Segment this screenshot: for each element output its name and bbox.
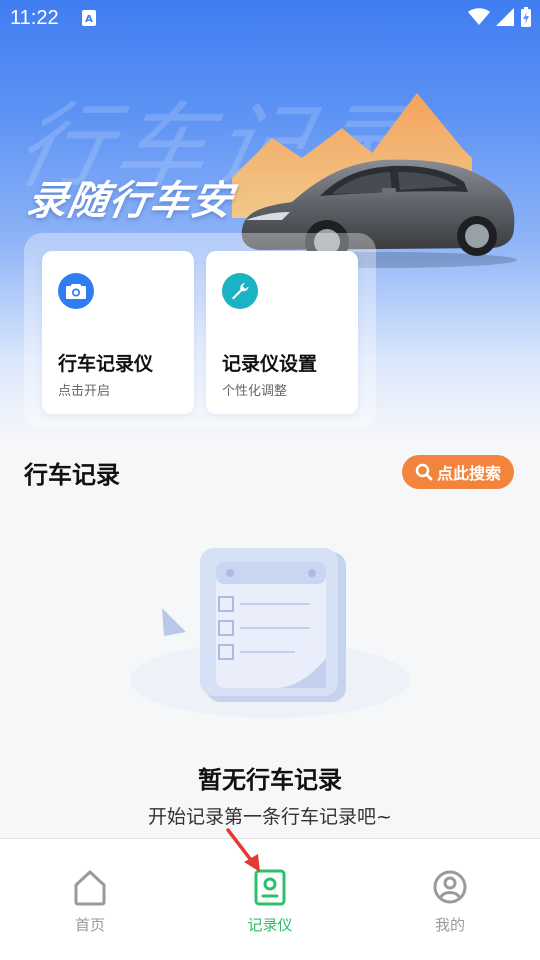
- status-time: 11:22: [10, 7, 59, 29]
- wifi-icon: [468, 8, 490, 25]
- empty-state-title: 暂无行车记录: [198, 766, 342, 794]
- tab-recorder[interactable]: 记录仪: [180, 839, 360, 960]
- search-button-label: 点此搜索: [436, 464, 501, 483]
- profile-icon: [433, 870, 467, 904]
- search-icon: [415, 463, 433, 481]
- tab-home[interactable]: 首页: [0, 839, 180, 960]
- tab-profile[interactable]: 我的: [360, 839, 540, 960]
- camera-icon: [58, 273, 94, 309]
- settings-card-subtitle: 个性化调整: [222, 384, 288, 399]
- records-section-title: 行车记录: [24, 461, 120, 489]
- notification-a-icon: A: [82, 10, 96, 26]
- empty-notepad-illustration: [130, 548, 410, 718]
- hero-slogan: 录随行车安: [23, 178, 237, 224]
- recorder-settings-card[interactable]: 记录仪设置 个性化调整: [206, 251, 358, 414]
- wrench-icon: [222, 273, 258, 309]
- tab-recorder-label: 记录仪: [247, 916, 293, 934]
- dashcam-card[interactable]: 行车记录仪 点击开启: [42, 251, 194, 414]
- battery-charging-icon: [521, 7, 531, 27]
- home-icon: [74, 870, 106, 906]
- dashcam-card-title: 行车记录仪: [58, 353, 154, 375]
- svg-text:A: A: [85, 14, 93, 25]
- tab-profile-label: 我的: [434, 916, 465, 934]
- pointer-arrow-icon: [226, 828, 260, 872]
- bottom-tab-bar: 首页 记录仪 我的: [0, 838, 540, 960]
- empty-state-subtitle: 开始记录第一条行车记录吧~: [148, 806, 392, 828]
- settings-card-title: 记录仪设置: [222, 353, 318, 375]
- dashcam-card-subtitle: 点击开启: [58, 384, 111, 399]
- search-button[interactable]: 点此搜索: [402, 455, 514, 489]
- signal-icon: [496, 8, 514, 26]
- tab-home-label: 首页: [74, 916, 105, 934]
- status-bar: 11:22 A: [0, 0, 540, 36]
